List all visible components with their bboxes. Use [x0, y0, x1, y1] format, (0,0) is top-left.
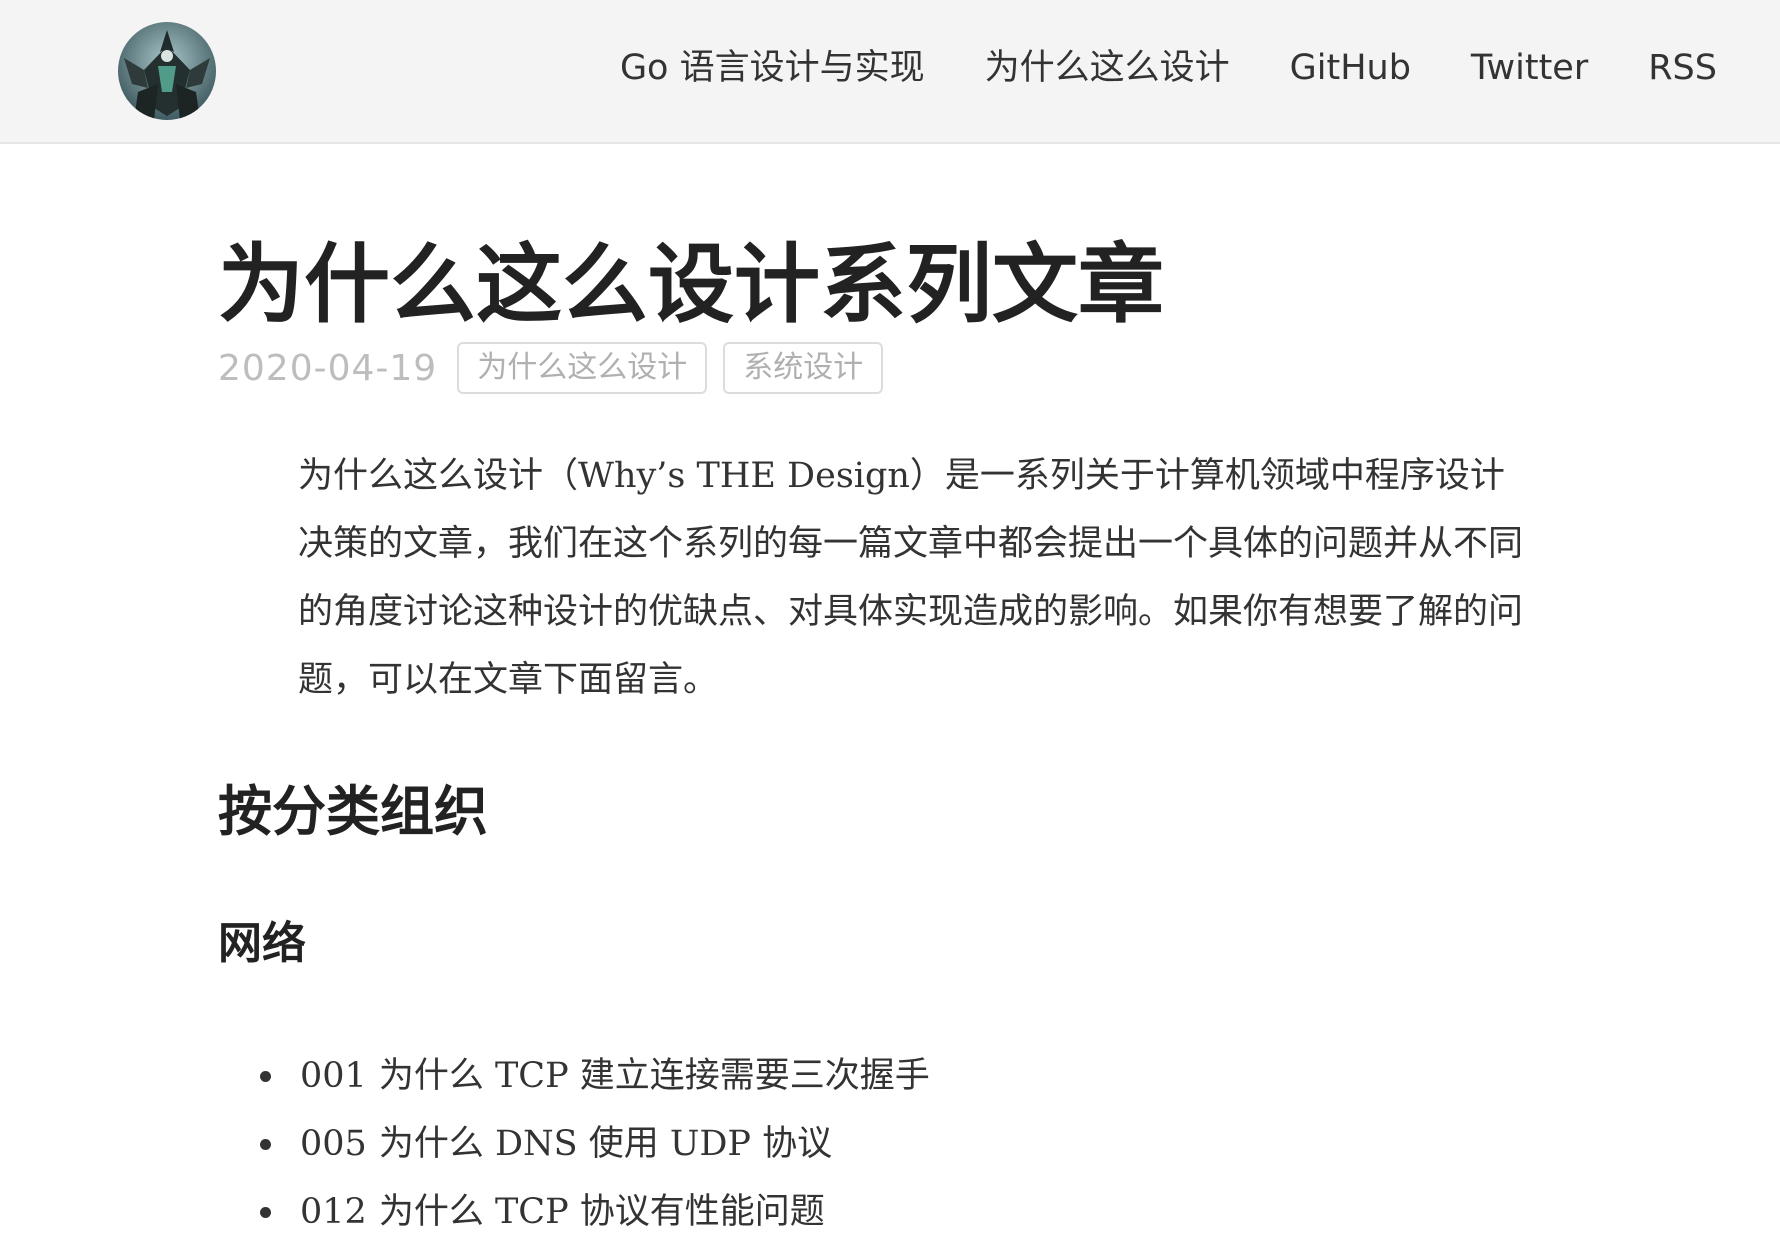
nav-link-rss[interactable]: RSS: [1648, 44, 1717, 92]
tag-system-design[interactable]: 系统设计: [723, 342, 884, 394]
site-header: Go 语言设计与实现 为什么这么设计 GitHub Twitter RSS: [0, 0, 1780, 144]
avatar-image: [118, 22, 216, 120]
bullet-icon: [260, 1207, 271, 1218]
nav-link-go-book[interactable]: Go 语言设计与实现: [620, 44, 925, 92]
article-number: 012: [300, 1192, 367, 1232]
article-number: 005: [300, 1124, 367, 1164]
page-title: 为什么这么设计系列文章: [218, 235, 1164, 335]
avatar-logo[interactable]: [118, 22, 216, 120]
article-link[interactable]: 为什么 TCP 建立连接需要三次握手: [378, 1056, 930, 1102]
nav-link-github[interactable]: GitHub: [1290, 44, 1411, 92]
top-nav: Go 语言设计与实现 为什么这么设计 GitHub Twitter RSS: [620, 44, 1717, 92]
nav-link-twitter[interactable]: Twitter: [1471, 44, 1588, 92]
tag-whys-the-design[interactable]: 为什么这么设计: [457, 342, 708, 394]
article-number: 001: [300, 1056, 367, 1096]
intro-paragraph: 为什么这么设计（Why’s THE Design）是一系列关于计算机领域中程序设…: [298, 456, 1524, 700]
list-item: 005 为什么 DNS 使用 UDP 协议: [258, 1110, 930, 1178]
bullet-icon: [260, 1139, 271, 1150]
section-heading: 按分类组织: [218, 780, 488, 843]
bullet-icon: [260, 1071, 271, 1082]
category-heading-network: 网络: [218, 918, 306, 969]
article-list: 001 为什么 TCP 建立连接需要三次握手 005 为什么 DNS 使用 UDP …: [258, 1042, 930, 1246]
list-item: 012 为什么 TCP 协议有性能问题: [258, 1178, 930, 1246]
article-link[interactable]: 为什么 TCP 协议有性能问题: [378, 1192, 825, 1238]
nav-link-whys-the-design[interactable]: 为什么这么设计: [985, 44, 1230, 92]
post-date: 2020-04-19: [218, 347, 438, 389]
post-meta: 2020-04-19 为什么这么设计 系统设计: [218, 342, 899, 394]
article-link[interactable]: 为什么 DNS 使用 UDP 协议: [378, 1124, 833, 1170]
list-item: 001 为什么 TCP 建立连接需要三次握手: [258, 1042, 930, 1110]
